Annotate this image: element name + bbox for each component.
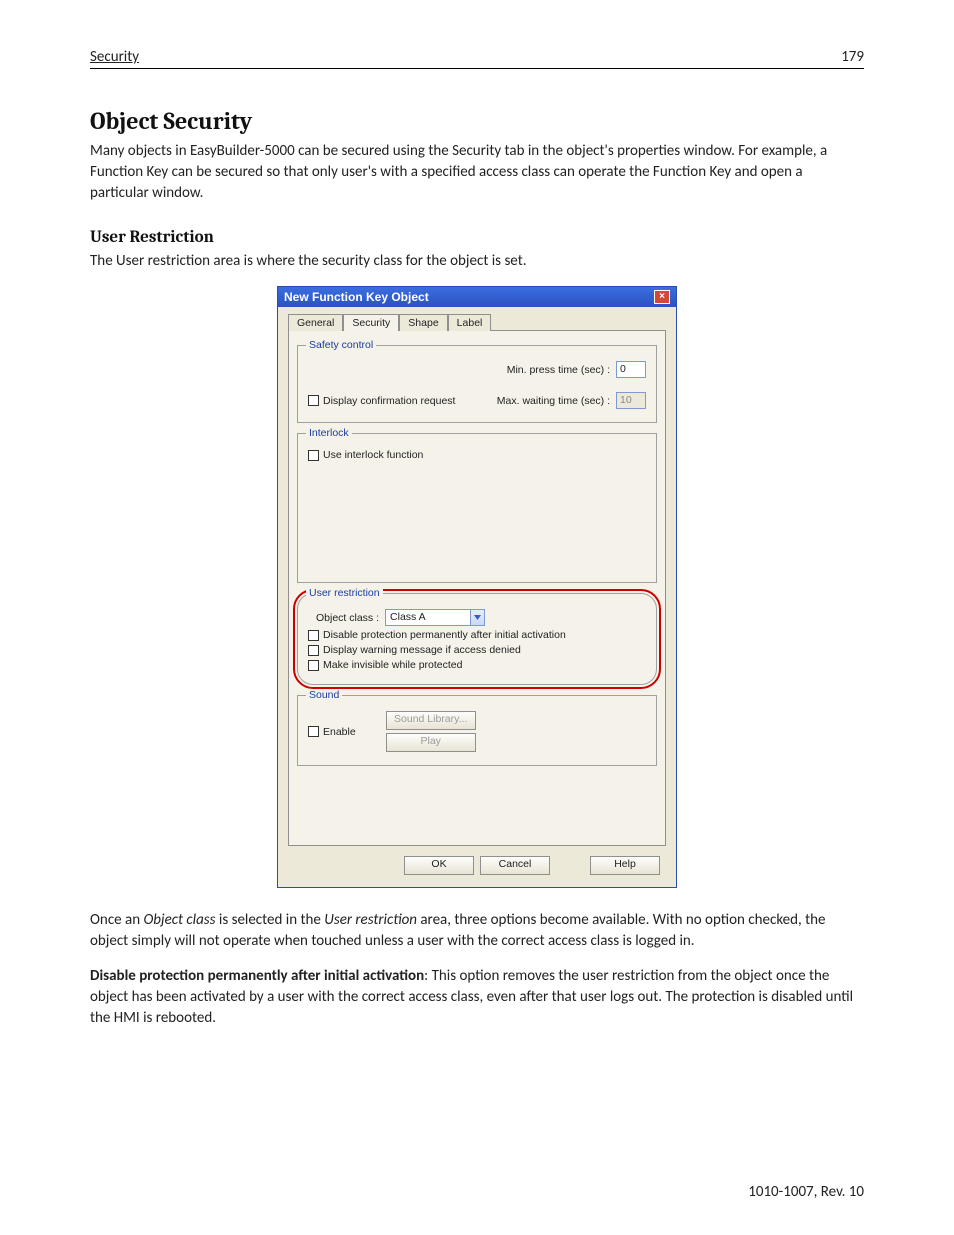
heading-user-restriction: User Restriction — [90, 228, 864, 247]
cancel-button[interactable]: Cancel — [480, 856, 550, 875]
page-number: 179 — [841, 48, 864, 66]
help-button[interactable]: Help — [590, 856, 660, 875]
min-press-time-label: Min. press time (sec) : — [507, 364, 610, 376]
tab-security[interactable]: Security — [343, 314, 399, 331]
sound-enable-checkbox[interactable] — [308, 726, 319, 737]
heading-object-security: Object Security — [90, 107, 864, 135]
display-warning-label: Display warning message if access denied — [323, 644, 521, 656]
group-title: Safety control — [306, 339, 376, 351]
play-button: Play — [386, 733, 476, 752]
sound-enable-label: Enable — [323, 726, 356, 738]
object-class-value: Class A — [385, 609, 470, 626]
header-section: Security — [90, 48, 139, 66]
sound-library-button: Sound Library... — [386, 711, 476, 730]
tab-label[interactable]: Label — [448, 314, 492, 331]
group-title: User restriction — [306, 587, 383, 599]
tab-panel-security: Safety control Min. press time (sec) : 0… — [288, 330, 666, 846]
group-sound: Sound Enable Sound Library... Play — [297, 695, 657, 766]
display-confirmation-label: Display confirmation request — [323, 395, 455, 407]
min-press-time-input[interactable]: 0 — [616, 361, 646, 378]
group-user-restriction: User restriction Object class : Class A … — [297, 593, 657, 685]
dialog-title: New Function Key Object — [284, 290, 429, 304]
display-confirmation-checkbox[interactable] — [308, 395, 319, 406]
chevron-down-icon[interactable] — [470, 609, 485, 626]
dialog-tabs: General Security Shape Label — [278, 307, 676, 330]
use-interlock-label: Use interlock function — [323, 449, 423, 461]
group-title: Interlock — [306, 427, 352, 439]
document-footer: 1010-1007, Rev. 10 — [748, 1183, 864, 1201]
disable-protection-label: Disable protection permanently after ini… — [323, 629, 566, 641]
group-safety-control: Safety control Min. press time (sec) : 0… — [297, 345, 657, 423]
group-title: Sound — [306, 689, 342, 701]
disable-protection-checkbox[interactable] — [308, 630, 319, 641]
make-invisible-checkbox[interactable] — [308, 660, 319, 671]
display-warning-checkbox[interactable] — [308, 645, 319, 656]
options-paragraph: Once an Object class is selected in the … — [90, 910, 864, 952]
function-key-dialog: New Function Key Object × General Securi… — [277, 286, 677, 888]
tab-shape[interactable]: Shape — [399, 314, 447, 331]
disable-protection-paragraph: Disable protection permanently after ini… — [90, 966, 864, 1029]
make-invisible-label: Make invisible while protected — [323, 659, 462, 671]
dialog-titlebar: New Function Key Object × — [278, 287, 676, 307]
ok-button[interactable]: OK — [404, 856, 474, 875]
close-icon[interactable]: × — [654, 290, 670, 304]
max-waiting-time-label: Max. waiting time (sec) : — [497, 395, 610, 407]
intro-paragraph: Many objects in EasyBuilder-5000 can be … — [90, 141, 864, 204]
page-header: Security 179 — [90, 48, 864, 69]
use-interlock-checkbox[interactable] — [308, 450, 319, 461]
dialog-footer: OK Cancel Help — [278, 846, 676, 887]
object-class-label: Object class : — [316, 612, 379, 624]
object-class-select[interactable]: Class A — [385, 609, 485, 626]
group-interlock: Interlock Use interlock function — [297, 433, 657, 583]
user-restriction-paragraph: The User restriction area is where the s… — [90, 251, 864, 272]
max-waiting-time-input: 10 — [616, 392, 646, 409]
tab-general[interactable]: General — [288, 314, 343, 331]
